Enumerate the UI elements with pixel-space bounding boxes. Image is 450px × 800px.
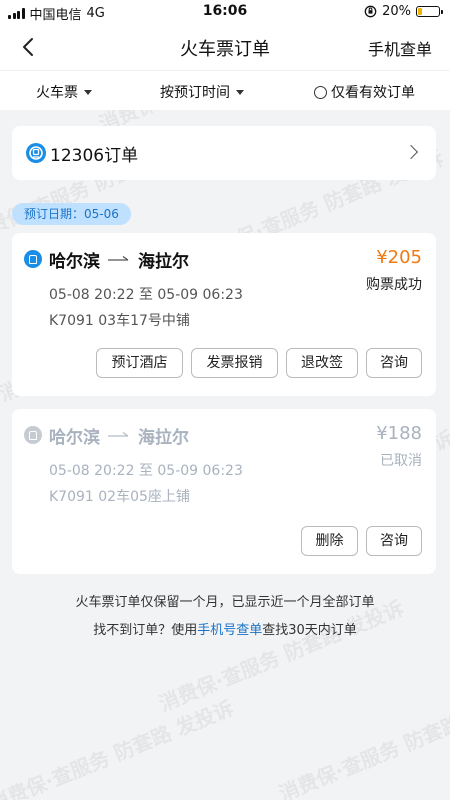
seat-info: K7091 02车05座上铺 [49,489,190,505]
train-icon [24,426,42,444]
arrival-station: 海拉尔 [138,428,189,448]
lookup-hint-suffix: 查找30天内订单 [262,623,357,638]
delete-button[interactable]: 删除 [301,526,358,556]
arrow-right-icon [108,431,129,437]
orientation-lock-icon [364,5,377,18]
order-price: ¥205 [376,247,422,268]
filter-bar: 火车票 按预订时间 仅看有效订单 [0,70,450,110]
arrow-right-icon [108,255,129,261]
order-status: 购票成功 [366,277,422,293]
channel-12306-card[interactable]: 12306订单 [12,126,436,180]
12306-logo-icon [26,143,46,163]
departure-station: 哈尔滨 [49,252,100,272]
watermark: 消费保·查服务 防套路 发投诉 [0,695,238,800]
arrival-station: 海拉尔 [138,252,189,272]
channel-label: 12306订单 [50,146,139,166]
caret-down-icon [84,90,92,95]
invoice-button[interactable]: 发票报销 [191,348,278,378]
route: 哈尔滨 海拉尔 [49,247,189,272]
order-card[interactable]: 哈尔滨 海拉尔 ¥205 购票成功 05-08 20:22 至 05-09 06… [12,233,436,396]
caret-down-icon [236,90,244,95]
nav-bar: 火车票订单 手机查单 [0,24,450,70]
battery-icon [416,6,443,17]
seat-info: K7091 03车17号中铺 [49,313,190,329]
consult-button[interactable]: 咨询 [366,348,422,378]
filter-valid-only[interactable]: 仅看有效订单 [314,82,415,102]
consult-button[interactable]: 咨询 [366,526,422,556]
phone-lookup-button[interactable]: 手机查单 [368,36,432,60]
travel-time: 05-08 20:22 至 05-09 06:23 [49,287,243,303]
watermark: 消费保·查服务 防套路 发投诉 [155,595,408,717]
retention-note: 火车票订单仅保留一个月，已显示近一个月全部订单 [75,595,375,610]
filter-label: 仅看有效订单 [331,85,415,101]
chevron-right-icon [403,144,419,160]
refund-change-button[interactable]: 退改签 [286,348,358,378]
filter-label: 按预订时间 [160,85,230,101]
train-icon [24,250,42,268]
radio-icon[interactable] [314,85,327,99]
route: 哈尔滨 海拉尔 [49,423,189,448]
lookup-hint-prefix: 找不到订单？使用 [93,623,198,638]
battery-percent: 20% [382,4,411,19]
phone-lookup-link[interactable]: 手机号查单 [197,623,262,638]
order-card[interactable]: 哈尔滨 海拉尔 ¥188 已取消 05-08 20:22 至 05-09 06:… [12,409,436,574]
travel-time: 05-08 20:22 至 05-09 06:23 [49,463,243,479]
filter-ticket-type[interactable]: 火车票 [36,82,92,102]
filter-sort[interactable]: 按预订时间 [160,82,244,102]
book-hotel-button[interactable]: 预订酒店 [96,348,183,378]
watermark: 消费保·查服务 防套路 发投诉 [275,686,450,800]
filter-label: 火车票 [36,85,78,101]
order-status: 已取消 [380,453,422,469]
departure-station: 哈尔滨 [49,428,100,448]
order-price: ¥188 [376,423,422,444]
status-bar: 中国电信 4G 16:06 20% [0,0,450,24]
lookup-hint: 找不到订单？使用手机号查单查找30天内订单 [0,619,450,638]
date-group-badge: 预订日期：05-06 [12,203,131,225]
